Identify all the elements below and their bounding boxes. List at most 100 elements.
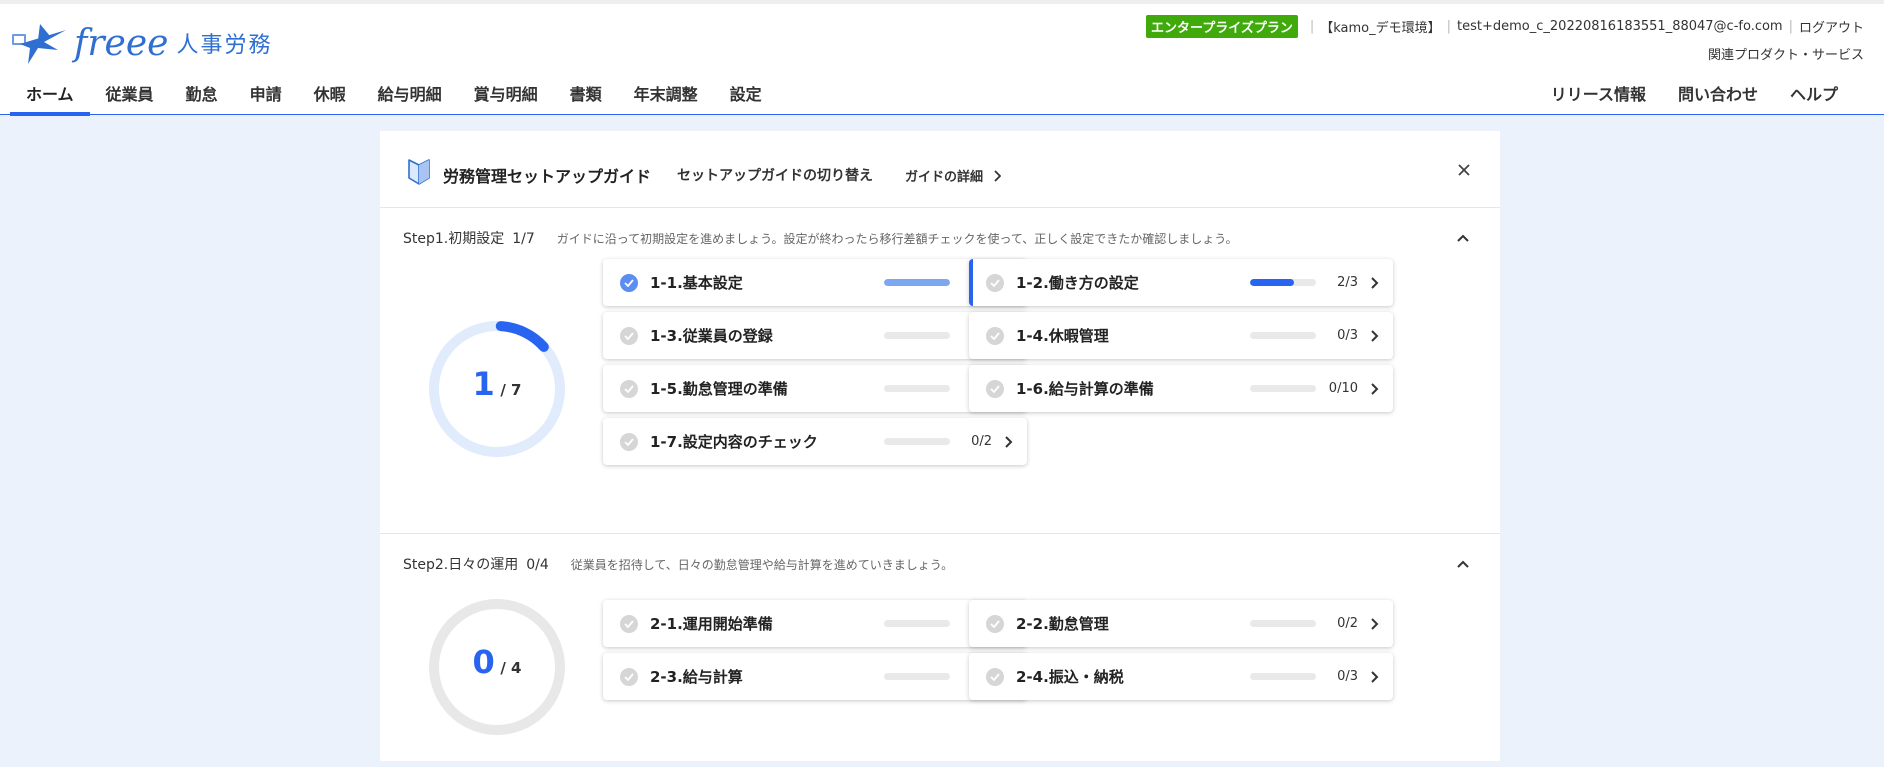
task-card[interactable]: 2-3.給与計算0/2 xyxy=(603,653,1027,700)
step1-title: Step1.初期設定 xyxy=(403,231,505,247)
task-label: 1-4.休暇管理 xyxy=(1016,327,1109,345)
nav-payslips[interactable]: 給与明細 xyxy=(362,78,458,116)
task-count: 0/2 xyxy=(971,434,992,449)
task-card[interactable]: 1-6.給与計算の準備 0/10 xyxy=(969,365,1393,412)
chevron-right-icon xyxy=(1371,617,1379,630)
guide-detail-label: ガイドの詳細 xyxy=(905,170,984,185)
task-progress-bar xyxy=(884,332,950,339)
guide-title: 労務管理セットアップガイド xyxy=(443,167,652,186)
user-email[interactable]: test+demo_c_20220816183551_88047@c-fo.co… xyxy=(1457,19,1783,34)
chevron-right-icon xyxy=(994,169,1002,182)
step2-ring-label: 0 / 4 xyxy=(427,643,567,681)
task-card[interactable]: 2-1.運用開始準備0/1 xyxy=(603,600,1027,647)
nav-leave[interactable]: 休暇 xyxy=(298,78,362,116)
step2-description: 従業員を招待して、日々の勤怠管理や給与計算を進めていきましょう。 xyxy=(570,558,954,572)
switch-guide-link[interactable]: セットアップガイドの切り替え xyxy=(677,165,873,185)
nav-requests[interactable]: 申請 xyxy=(234,78,298,116)
task-label: 1-2.働き方の設定 xyxy=(1016,274,1139,292)
chevron-right-icon xyxy=(1371,382,1379,395)
step2-ring-done: 0 xyxy=(472,643,495,681)
task-card[interactable]: 2-2.勤怠管理 0/2 xyxy=(969,600,1393,647)
task-count: 0/3 xyxy=(1337,328,1358,343)
step2-header: Step2.日々の運用 0/4 従業員を招待して、日々の勤怠管理や給与計算を進め… xyxy=(403,554,953,574)
guide-detail-link[interactable]: ガイドの詳細 xyxy=(905,166,1002,185)
task-label: 1-3.従業員の登録 xyxy=(650,327,773,345)
check-pending-icon xyxy=(620,326,638,345)
check-pending-icon xyxy=(620,379,638,398)
task-card[interactable]: 1-1.基本設定4/4 xyxy=(603,259,1027,306)
guide-header: 労務管理セットアップガイド セットアップガイドの切り替え ガイドの詳細 xyxy=(380,131,1500,208)
step1-collapse-button[interactable] xyxy=(1456,228,1470,247)
step1-ring-label: 1 / 7 xyxy=(427,365,567,403)
step2-collapse-button[interactable] xyxy=(1456,554,1470,573)
task-card[interactable]: 2-4.振込・納税 0/3 xyxy=(969,653,1393,700)
task-label: 2-2.勤怠管理 xyxy=(1016,615,1109,633)
logo-subtitle: 人事労務 xyxy=(176,33,273,58)
chevron-right-icon xyxy=(1371,329,1379,342)
check-done-icon xyxy=(620,273,638,292)
task-progress-bar xyxy=(884,620,950,627)
task-progress-bar xyxy=(1250,385,1316,392)
check-pending-icon xyxy=(986,326,1004,345)
nav-settings[interactable]: 設定 xyxy=(714,78,778,116)
close-icon xyxy=(1458,164,1470,176)
task-progress-bar xyxy=(1250,332,1316,339)
task-progress-bar xyxy=(884,385,950,392)
divider: | xyxy=(1446,19,1452,34)
plan-badge: エンタープライズプラン xyxy=(1146,15,1298,38)
step1-description: ガイドに沿って初期設定を進めましょう。設定が終わったら移行差額チェックを使って、… xyxy=(556,232,1238,246)
nav-employees[interactable]: 従業員 xyxy=(90,78,170,116)
task-progress-bar xyxy=(1250,620,1316,627)
task-label: 1-5.勤怠管理の準備 xyxy=(650,380,788,398)
task-progress-bar xyxy=(884,438,950,445)
bird-logo-icon xyxy=(12,24,66,64)
task-progress-fill xyxy=(1250,279,1295,286)
nav-attendance[interactable]: 勤怠 xyxy=(170,78,234,116)
beginner-mark-icon xyxy=(408,159,430,185)
close-guide-button[interactable] xyxy=(1458,159,1470,179)
app-header: freee 人事労務 エンタープライズプラン | 【kamo_デモ環境】 | t… xyxy=(0,0,1884,116)
step2-count: 0/4 xyxy=(526,557,549,573)
ring-progress-arc xyxy=(495,321,549,352)
task-card[interactable]: 1-2.働き方の設定 2/3 xyxy=(969,259,1393,306)
nav-documents[interactable]: 書類 xyxy=(554,78,618,116)
task-count: 2/3 xyxy=(1337,275,1358,290)
divider: | xyxy=(1309,19,1315,34)
environment-name[interactable]: 【kamo_デモ環境】 xyxy=(1320,17,1440,36)
task-card[interactable]: 1-3.従業員の登録0/6 xyxy=(603,312,1027,359)
task-progress-fill xyxy=(884,279,950,286)
check-pending-icon xyxy=(620,614,638,633)
step2-section: Step2.日々の運用 0/4 従業員を招待して、日々の勤怠管理や給与計算を進め… xyxy=(380,534,1500,760)
freee-logo[interactable]: freee 人事労務 xyxy=(10,18,272,68)
chevron-up-icon xyxy=(1457,234,1469,242)
nav-bonus-slips[interactable]: 賞与明細 xyxy=(458,78,554,116)
nav-release-info[interactable]: リリース情報 xyxy=(1535,78,1662,116)
nav-contact[interactable]: 問い合わせ xyxy=(1662,78,1774,116)
task-label: 1-6.給与計算の準備 xyxy=(1016,380,1154,398)
chevron-right-icon xyxy=(1371,276,1379,289)
secondary-nav: リリース情報 問い合わせ ヘルプ xyxy=(1535,78,1854,116)
nav-year-end[interactable]: 年末調整 xyxy=(618,78,714,116)
check-pending-icon xyxy=(986,273,1004,292)
task-count: 0/3 xyxy=(1337,669,1358,684)
chevron-right-icon xyxy=(1005,435,1013,448)
step1-section: Step1.初期設定 1/7 ガイドに沿って初期設定を進めましょう。設定が終わっ… xyxy=(380,208,1500,534)
related-products-link[interactable]: 関連プロダクト・サービス xyxy=(1708,44,1864,63)
task-progress-bar xyxy=(884,279,950,286)
logout-link[interactable]: ログアウト xyxy=(1799,17,1864,36)
check-pending-icon xyxy=(620,667,638,686)
task-card[interactable]: 1-4.休暇管理 0/3 xyxy=(969,312,1393,359)
check-pending-icon xyxy=(986,667,1004,686)
task-progress-bar xyxy=(1250,673,1316,680)
nav-home[interactable]: ホーム xyxy=(10,78,90,116)
task-label: 2-1.運用開始準備 xyxy=(650,615,773,633)
task-card[interactable]: 1-7.設定内容のチェック 0/2 xyxy=(603,418,1027,465)
step1-ring-total: / 7 xyxy=(500,381,522,399)
task-label: 2-3.給与計算 xyxy=(650,668,743,686)
task-card[interactable]: 1-5.勤怠管理の準備0/5 xyxy=(603,365,1027,412)
task-label: 1-7.設定内容のチェック xyxy=(650,433,818,451)
step2-ring-total: / 4 xyxy=(500,659,522,677)
task-count: 0/2 xyxy=(1337,616,1358,631)
task-label: 1-1.基本設定 xyxy=(650,274,743,292)
nav-help[interactable]: ヘルプ xyxy=(1774,78,1854,116)
